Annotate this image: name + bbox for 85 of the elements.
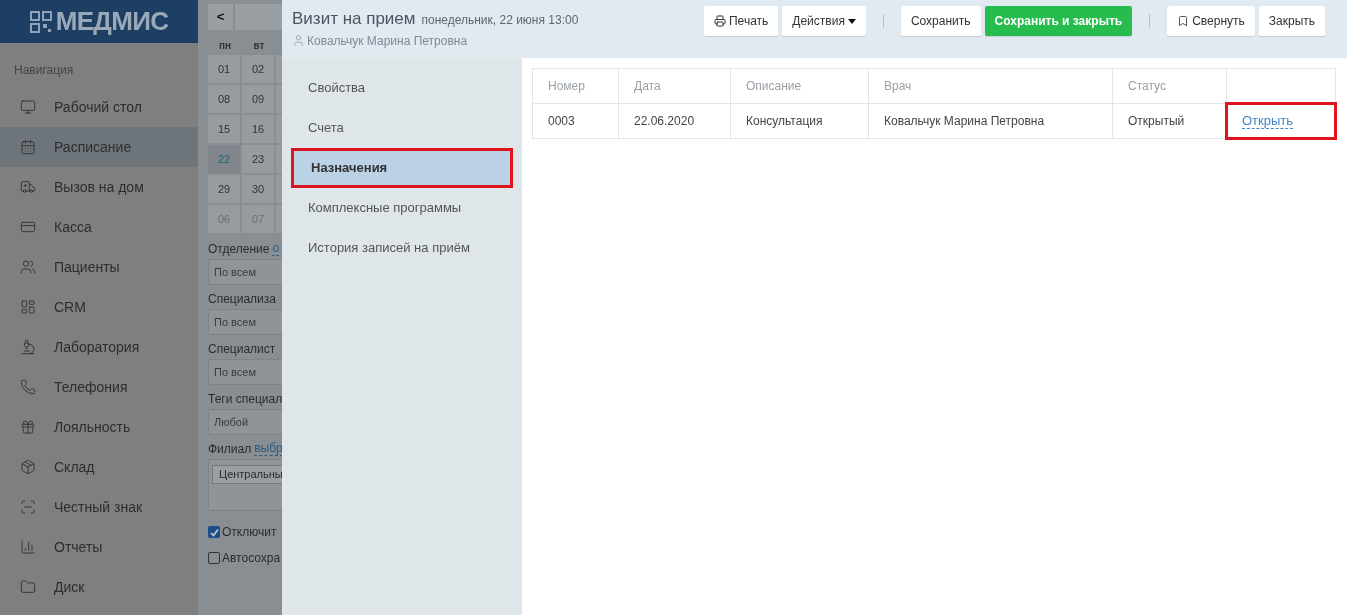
calendar-day[interactable]: 15 xyxy=(208,115,240,143)
filter-label: Филиал xyxy=(208,441,252,458)
microscope-icon xyxy=(20,339,36,355)
calendar-day[interactable]: 23 xyxy=(242,145,274,173)
nav-item[interactable]: Телефония xyxy=(0,367,198,407)
nav-item[interactable]: Вызов на дом xyxy=(0,167,198,207)
bookmark-icon xyxy=(1177,15,1190,27)
calendar-day[interactable]: 09 xyxy=(242,85,274,113)
calendar-day[interactable]: 02 xyxy=(242,55,274,83)
nav-item[interactable]: Рабочий стол xyxy=(0,87,198,127)
toolbar-button[interactable]: Сохранить xyxy=(900,6,981,36)
month-title-bar xyxy=(235,4,282,30)
drawer-menu-item[interactable]: Назначения xyxy=(291,148,513,188)
filter-label: Специалист xyxy=(208,341,276,358)
select-field[interactable]: По всем xyxy=(208,259,282,285)
gift-icon xyxy=(20,419,36,435)
nav-item[interactable]: Склад xyxy=(0,447,198,487)
nav-item[interactable]: Лаборатория xyxy=(0,327,198,367)
filter-link[interactable]: о xyxy=(272,242,280,256)
drawer-menu-item[interactable]: История записей на приём xyxy=(291,228,513,268)
card-icon xyxy=(20,219,36,235)
qr-logo-icon xyxy=(29,10,52,33)
checkbox-label: Автосохра xyxy=(222,550,281,567)
drawer-menu-item[interactable]: Свойства xyxy=(291,68,513,108)
printer-icon xyxy=(714,15,726,27)
nav-heading: Навигация xyxy=(13,62,75,79)
nav-item[interactable]: Честный знак xyxy=(0,487,198,527)
select-field[interactable]: По всем xyxy=(208,359,282,385)
prev-month-button[interactable]: < xyxy=(208,4,234,30)
bar-chart-icon xyxy=(20,539,36,555)
tags-field[interactable]: Центральны xyxy=(208,459,282,511)
ambulance-icon xyxy=(20,179,36,195)
logo-text: МЕДМИС xyxy=(55,5,169,38)
caret-icon xyxy=(847,18,856,24)
drawer-title: Визит на прием xyxy=(292,8,416,30)
toolbar-button[interactable]: Печать xyxy=(704,6,779,36)
column-header: Врач xyxy=(868,68,1113,104)
drawer-menu-item[interactable]: Счета xyxy=(291,108,513,148)
nav-item[interactable]: Диск xyxy=(0,567,198,607)
drawer-menu-item[interactable]: Комплексные программы xyxy=(291,188,513,228)
calendar-day[interactable]: 29 xyxy=(208,175,240,203)
nav-item[interactable]: Лояльность xyxy=(0,407,198,447)
column-header: Описание xyxy=(730,68,869,104)
toolbar-button[interactable]: Свернуть xyxy=(1167,6,1255,36)
calendar-day[interactable]: 16 xyxy=(242,115,274,143)
users-icon xyxy=(20,259,36,275)
calendar-day[interactable]: 01 xyxy=(208,55,240,83)
layout-icon xyxy=(20,299,36,315)
nav-item[interactable]: Касса xyxy=(0,207,198,247)
column-header: Дата xyxy=(618,68,731,104)
table-cell: Консультация xyxy=(730,103,869,139)
phone-icon xyxy=(20,379,36,395)
nav-item[interactable]: Пациенты xyxy=(0,247,198,287)
filter-label: Теги специал xyxy=(208,391,282,408)
folder-icon xyxy=(20,579,36,595)
toolbar-button[interactable]: Действия xyxy=(782,6,866,36)
table-cell: 22.06.2020 xyxy=(618,103,731,139)
select-field[interactable]: По всем xyxy=(208,309,282,335)
checkbox-label: Отключит xyxy=(222,524,277,541)
column-header: Номер xyxy=(532,68,619,104)
checkbox[interactable] xyxy=(208,552,220,564)
calendar-day[interactable]: 08 xyxy=(208,85,240,113)
patient-name: Ковальчук Марина Петровна xyxy=(307,32,468,50)
nav-item[interactable]: CRM xyxy=(0,287,198,327)
select-field[interactable]: Любой xyxy=(208,409,282,435)
box-icon xyxy=(20,459,36,475)
table-cell: 0003 xyxy=(532,103,619,139)
user-icon xyxy=(292,34,305,47)
checkbox[interactable] xyxy=(208,526,220,538)
nav-item[interactable]: Отчеты xyxy=(0,527,198,567)
monitor-icon xyxy=(20,99,36,115)
filter-label: Специализа xyxy=(208,291,276,308)
toolbar-button[interactable]: Сохранить и закрыть xyxy=(984,6,1133,36)
weekday-label: пн xyxy=(217,39,233,53)
nav-item[interactable]: Расписание xyxy=(0,127,198,167)
table-cell: Ковальчук Марина Петровна xyxy=(868,103,1113,139)
filter-label: Отделение xyxy=(208,241,270,258)
calendar-day[interactable]: 30 xyxy=(242,175,274,203)
visit-datetime: понедельник, 22 июня 13:00 xyxy=(421,12,579,29)
column-header: Статус xyxy=(1112,68,1227,104)
scan-icon xyxy=(20,499,36,515)
tag: Центральны xyxy=(212,465,282,484)
toolbar-button[interactable]: Закрыть xyxy=(1258,6,1325,36)
weekday-label: вт xyxy=(252,39,266,53)
calendar-icon xyxy=(20,139,36,155)
